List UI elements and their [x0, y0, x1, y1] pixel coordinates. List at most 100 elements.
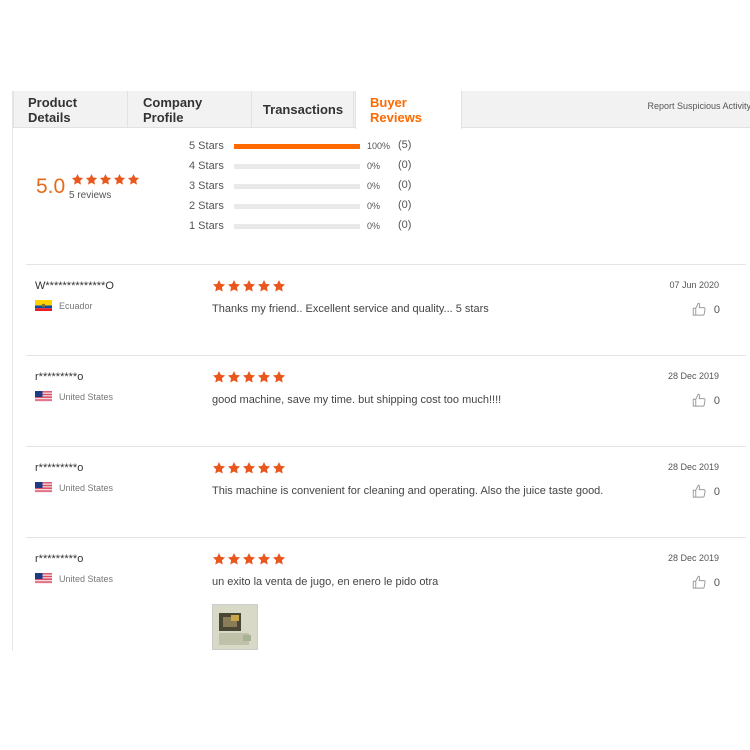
distribution-bar	[234, 204, 360, 209]
star-icon	[272, 462, 286, 474]
distribution-count: (0)	[398, 159, 412, 171]
star-icon	[257, 553, 271, 565]
star-level-label: 5 Stars	[189, 140, 224, 152]
review-text: un exito la venta de jugo, en enero le p…	[212, 576, 439, 588]
helpful-button[interactable]: 0	[692, 302, 720, 317]
helpful-count: 0	[713, 394, 720, 407]
thumbs-up-icon	[692, 393, 706, 407]
star-icon	[242, 462, 256, 474]
country-name: United States	[59, 391, 114, 402]
review-stars	[212, 552, 286, 566]
star-icon	[212, 280, 226, 292]
star-icon	[227, 553, 241, 565]
distribution-percent: 0%	[367, 161, 381, 171]
review-date: 28 Dec 2019	[667, 371, 719, 381]
star-icon	[85, 173, 98, 185]
review-date: 07 Jun 2020	[669, 280, 719, 290]
review-date: 28 Dec 2019	[667, 462, 719, 472]
rating-summary: 5.0 5 reviews 5 Stars 100% (5) 4 Stars 0% (0)…	[13, 129, 750, 264]
helpful-count: 0	[713, 303, 720, 316]
ecuador-flag-icon	[35, 300, 52, 311]
star-icon	[212, 462, 226, 474]
rating-distribution-row: 4 Stars 0% (0)	[189, 159, 429, 173]
star-icon	[272, 280, 286, 292]
review-stars	[212, 279, 286, 293]
review-date: 28 Dec 2019	[667, 553, 719, 563]
report-suspicious-activity-link[interactable]: Report Suspicious Activity	[647, 101, 750, 111]
rating-distribution-row: 1 Stars 0% (0)	[189, 219, 429, 233]
star-icon	[242, 371, 256, 383]
average-score: 5.0	[36, 175, 66, 198]
star-icon	[71, 173, 84, 185]
reviewer-name: W**************O	[35, 280, 114, 292]
helpful-button[interactable]: 0	[692, 393, 720, 408]
reviewer-country: United States	[35, 573, 113, 584]
star-icon	[227, 280, 241, 292]
tab-bar: Product Details Company Profile Transact…	[13, 91, 750, 129]
reviews-panel: Product Details Company Profile Transact…	[12, 91, 750, 651]
star-icon	[242, 280, 256, 292]
reviewer-name: r*********o	[35, 462, 84, 474]
helpful-button[interactable]: 0	[692, 484, 720, 499]
distribution-bar	[234, 184, 360, 189]
star-icon	[212, 553, 226, 565]
tab-product-details[interactable]: Product Details	[13, 91, 128, 128]
reviewer-country: United States	[35, 391, 113, 402]
distribution-percent: 0%	[367, 221, 381, 231]
star-icon	[272, 553, 286, 565]
distribution-bar	[234, 144, 360, 149]
us-flag-icon	[35, 482, 52, 493]
us-flag-icon	[35, 573, 52, 584]
star-icon	[99, 173, 112, 185]
tab-buyer-reviews[interactable]: Buyer Reviews	[355, 91, 462, 129]
star-icon	[257, 462, 271, 474]
reviewer-name: r*********o	[35, 553, 84, 565]
star-level-label: 3 Stars	[189, 180, 224, 192]
distribution-bar-fill	[234, 144, 360, 149]
star-icon	[272, 371, 286, 383]
star-icon	[227, 462, 241, 474]
thumbs-up-icon	[692, 302, 706, 316]
tab-transactions[interactable]: Transactions	[253, 91, 354, 128]
helpful-count: 0	[713, 485, 720, 498]
star-level-label: 4 Stars	[189, 160, 224, 172]
distribution-percent: 100%	[367, 141, 391, 151]
distribution-count: (5)	[398, 139, 412, 151]
review-text: This machine is convenient for cleaning …	[212, 485, 604, 497]
star-level-label: 1 Stars	[189, 220, 224, 232]
reviewer-name: r*********o	[35, 371, 84, 383]
review-photo	[213, 605, 257, 649]
review-item: r*********o United States un exito la vent…	[26, 537, 746, 657]
country-name: United States	[59, 573, 114, 584]
average-stars	[71, 173, 140, 186]
us-flag-icon	[35, 391, 52, 402]
distribution-count: (0)	[398, 179, 412, 191]
distribution-percent: 0%	[367, 181, 381, 191]
review-text: good machine, save my time. but shipping…	[212, 394, 502, 406]
rating-distribution-row: 5 Stars 100% (5)	[189, 139, 429, 153]
helpful-count: 0	[713, 576, 720, 589]
thumbs-up-icon	[692, 484, 706, 498]
helpful-button[interactable]: 0	[692, 575, 720, 590]
star-icon	[257, 371, 271, 383]
rating-distribution-row: 2 Stars 0% (0)	[189, 199, 429, 213]
thumbs-up-icon	[692, 575, 706, 589]
star-icon	[242, 553, 256, 565]
distribution-bar	[234, 224, 360, 229]
star-icon	[257, 280, 271, 292]
star-icon	[227, 371, 241, 383]
review-count: 5 reviews	[69, 190, 112, 201]
distribution-count: (0)	[398, 199, 412, 211]
tab-company-profile[interactable]: Company Profile	[129, 91, 252, 128]
review-item: r*********o United States good machine, sa…	[26, 355, 746, 446]
review-photo-thumbnail[interactable]	[212, 604, 258, 650]
review-text: Thanks my friend.. Excellent service and…	[212, 303, 489, 315]
review-item: W**************O Ecuador Thanks my friend.…	[26, 264, 746, 355]
star-icon	[127, 173, 140, 185]
review-item: r*********o United States This machine is …	[26, 446, 746, 537]
reviewer-country: Ecuador	[35, 300, 93, 311]
distribution-percent: 0%	[367, 201, 381, 211]
star-icon	[212, 371, 226, 383]
star-icon	[113, 173, 126, 185]
distribution-bar	[234, 164, 360, 169]
